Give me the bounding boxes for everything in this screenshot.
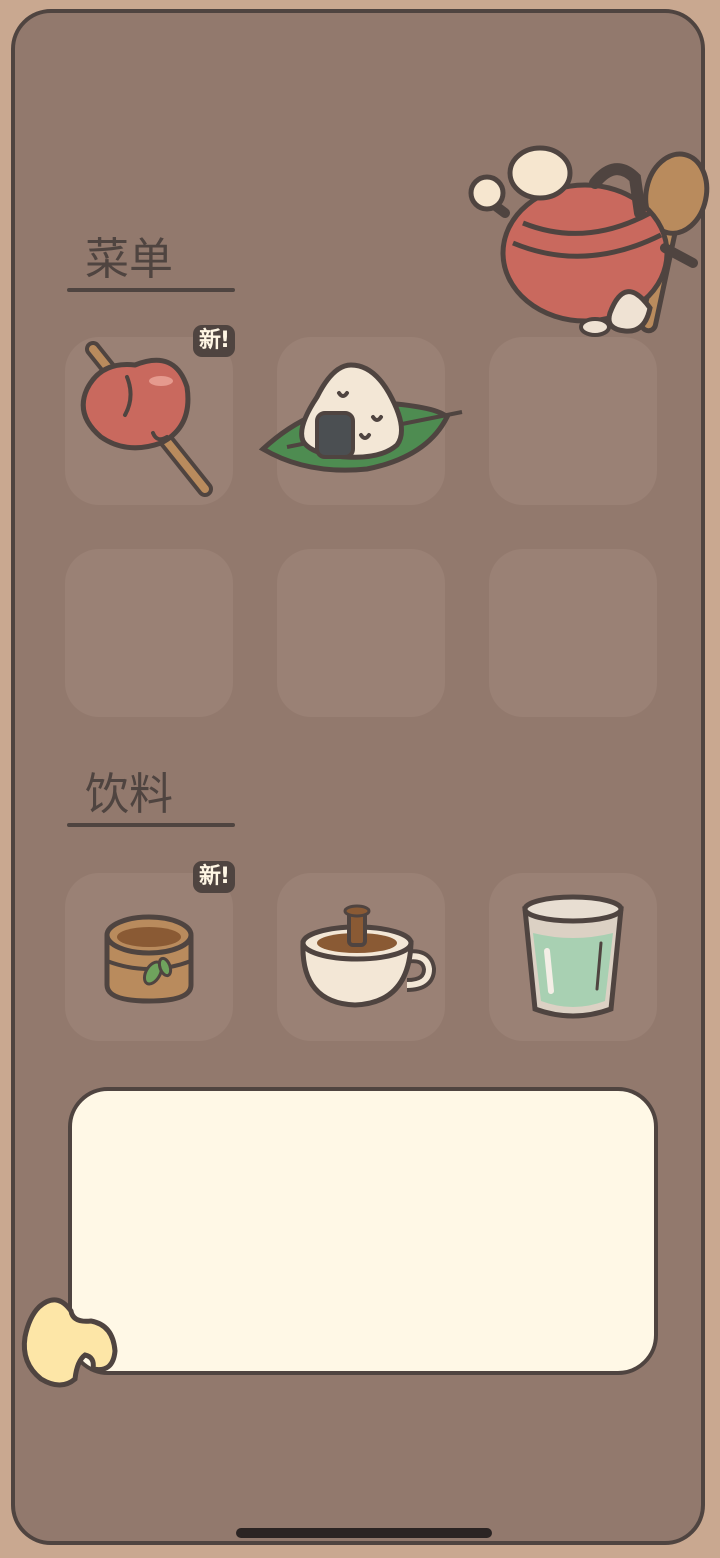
speech-bubble-tail-icon: [21, 1297, 118, 1388]
tea-cup-icon: [104, 914, 194, 1004]
new-badge: 新!: [193, 861, 235, 893]
menu-slot-4[interactable]: [65, 549, 233, 717]
drink-slot-2[interactable]: [277, 873, 445, 1041]
menu-section-title: 菜单: [85, 234, 173, 285]
menu-slot-5[interactable]: [277, 549, 445, 717]
menu-slot-6[interactable]: [489, 549, 657, 717]
cooking-pot-icon: [468, 145, 710, 337]
menu-panel: 菜单 新! 饮料 新!: [11, 9, 710, 1545]
dialog-box: [68, 1087, 658, 1375]
coffee-mug-icon: [300, 904, 437, 1008]
candied-apple-icon: [80, 341, 213, 497]
menu-slot-1[interactable]: 新!: [65, 325, 235, 505]
menu-title-underline: [67, 288, 235, 292]
menu-slot-2[interactable]: [258, 337, 463, 505]
home-indicator[interactable]: [236, 1528, 492, 1538]
drinks-section-title: 饮料: [85, 769, 173, 820]
drinks-title-underline: [67, 823, 235, 827]
drink-slot-1[interactable]: 新!: [65, 861, 235, 1041]
rice-ball-icon: [258, 362, 463, 473]
menu-slot-3[interactable]: [489, 337, 657, 505]
new-badge: 新!: [193, 325, 235, 357]
water-glass-icon: [522, 894, 624, 1019]
drink-slot-3[interactable]: [489, 873, 657, 1041]
